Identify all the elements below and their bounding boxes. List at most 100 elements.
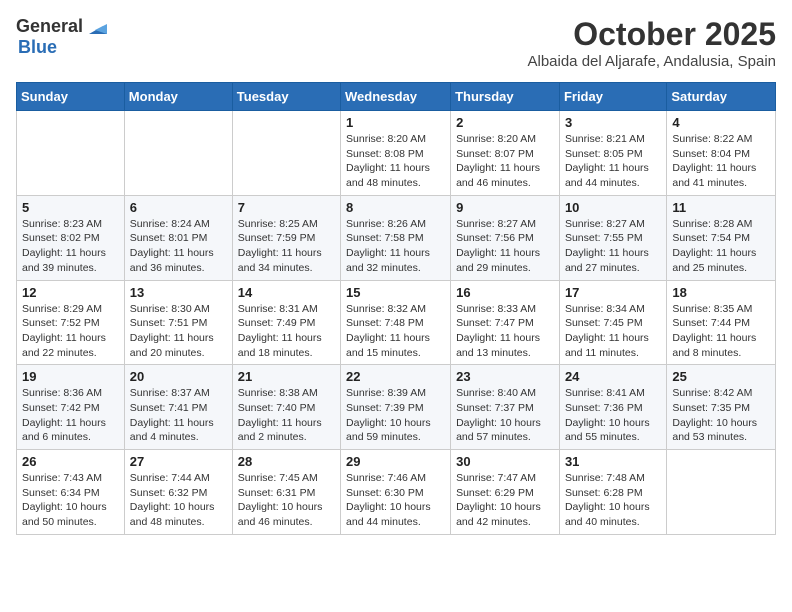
day-info: Sunrise: 8:21 AM Sunset: 8:05 PM Dayligh… (565, 132, 661, 191)
day-info: Sunrise: 8:20 AM Sunset: 8:08 PM Dayligh… (346, 132, 445, 191)
day-info: Sunrise: 8:38 AM Sunset: 7:40 PM Dayligh… (238, 386, 335, 445)
table-row: 7Sunrise: 8:25 AM Sunset: 7:59 PM Daylig… (232, 195, 340, 280)
table-row (232, 111, 340, 196)
table-row: 19 Sunrise: 8:36 AM Sunset: 7:42 PM Dayli… (17, 365, 125, 450)
table-row: 22 Sunrise: 8:39 AM Sunset: 7:39 PM Dayli… (341, 365, 451, 450)
page-header: General Blue October 2025 Albaida del Al… (16, 16, 776, 70)
day-number: 28 (238, 454, 335, 469)
table-row: 1Sunrise: 8:20 AM Sunset: 8:08 PM Daylig… (341, 111, 451, 196)
header-friday: Friday (559, 83, 666, 111)
day-number: 18 (672, 285, 770, 300)
day-number: 30 (456, 454, 554, 469)
table-row: 9 Sunrise: 8:27 AM Sunset: 7:56 PM Daylig… (451, 195, 560, 280)
day-number: 2 (456, 115, 554, 130)
day-number: 12 (22, 285, 119, 300)
header-tuesday: Tuesday (232, 83, 340, 111)
day-number: 8 (346, 200, 445, 215)
day-info: Sunrise: 8:26 AM Sunset: 7:58 PM Dayligh… (346, 217, 445, 276)
day-info: Sunrise: 8:23 AM Sunset: 8:02 PM Dayligh… (22, 217, 119, 276)
table-row: 27 Sunrise: 7:44 AM Sunset: 6:32 PM Dayli… (124, 450, 232, 535)
day-number: 16 (456, 285, 554, 300)
day-info: Sunrise: 7:47 AM Sunset: 6:29 PM Dayligh… (456, 471, 554, 530)
day-info: Sunrise: 8:42 AM Sunset: 7:35 PM Dayligh… (672, 386, 770, 445)
header-thursday: Thursday (451, 83, 560, 111)
day-number: 24 (565, 369, 661, 384)
day-number: 7 (238, 200, 335, 215)
day-number: 22 (346, 369, 445, 384)
table-row: 8 Sunrise: 8:26 AM Sunset: 7:58 PM Daylig… (341, 195, 451, 280)
day-info: Sunrise: 8:39 AM Sunset: 7:39 PM Dayligh… (346, 386, 445, 445)
table-row: 20 Sunrise: 8:37 AM Sunset: 7:41 PM Dayli… (124, 365, 232, 450)
header-sunday: Sunday (17, 83, 125, 111)
calendar-week-row: 19 Sunrise: 8:36 AM Sunset: 7:42 PM Dayli… (17, 365, 776, 450)
table-row: 10 Sunrise: 8:27 AM Sunset: 7:55 PM Dayli… (559, 195, 666, 280)
day-number: 5 (22, 200, 119, 215)
table-row (124, 111, 232, 196)
table-row: 24Sunrise: 8:41 AM Sunset: 7:36 PM Dayli… (559, 365, 666, 450)
calendar-week-row: 1Sunrise: 8:20 AM Sunset: 8:08 PM Daylig… (17, 111, 776, 196)
table-row: 23 Sunrise: 8:40 AM Sunset: 7:37 PM Dayli… (451, 365, 560, 450)
day-number: 14 (238, 285, 335, 300)
day-info: Sunrise: 8:31 AM Sunset: 7:49 PM Dayligh… (238, 302, 335, 361)
table-row: 3 Sunrise: 8:21 AM Sunset: 8:05 PM Daylig… (559, 111, 666, 196)
day-number: 23 (456, 369, 554, 384)
day-info: Sunrise: 8:27 AM Sunset: 7:56 PM Dayligh… (456, 217, 554, 276)
logo-blue-text: Blue (18, 38, 107, 58)
day-info: Sunrise: 7:45 AM Sunset: 6:31 PM Dayligh… (238, 471, 335, 530)
table-row: 30 Sunrise: 7:47 AM Sunset: 6:29 PM Dayli… (451, 450, 560, 535)
month-title: October 2025 (527, 16, 776, 53)
title-area: October 2025 Albaida del Aljarafe, Andal… (527, 16, 776, 70)
table-row: 11 Sunrise: 8:28 AM Sunset: 7:54 PM Dayli… (667, 195, 776, 280)
day-number: 29 (346, 454, 445, 469)
day-number: 27 (130, 454, 227, 469)
day-info: Sunrise: 8:34 AM Sunset: 7:45 PM Dayligh… (565, 302, 661, 361)
table-row: 21 Sunrise: 8:38 AM Sunset: 7:40 PM Dayli… (232, 365, 340, 450)
day-number: 10 (565, 200, 661, 215)
day-info: Sunrise: 8:40 AM Sunset: 7:37 PM Dayligh… (456, 386, 554, 445)
day-number: 17 (565, 285, 661, 300)
day-number: 21 (238, 369, 335, 384)
day-info: Sunrise: 8:36 AM Sunset: 7:42 PM Dayligh… (22, 386, 119, 445)
calendar-week-row: 26 Sunrise: 7:43 AM Sunset: 6:34 PM Dayli… (17, 450, 776, 535)
day-info: Sunrise: 8:35 AM Sunset: 7:44 PM Dayligh… (672, 302, 770, 361)
table-row: 28 Sunrise: 7:45 AM Sunset: 6:31 PM Dayli… (232, 450, 340, 535)
table-row: 16 Sunrise: 8:33 AM Sunset: 7:47 PM Dayli… (451, 280, 560, 365)
day-info: Sunrise: 7:44 AM Sunset: 6:32 PM Dayligh… (130, 471, 227, 530)
table-row: 31 Sunrise: 7:48 AM Sunset: 6:28 PM Dayli… (559, 450, 666, 535)
day-info: Sunrise: 8:29 AM Sunset: 7:52 PM Dayligh… (22, 302, 119, 361)
day-number: 3 (565, 115, 661, 130)
day-info: Sunrise: 8:32 AM Sunset: 7:48 PM Dayligh… (346, 302, 445, 361)
day-info: Sunrise: 8:22 AM Sunset: 8:04 PM Dayligh… (672, 132, 770, 191)
day-number: 15 (346, 285, 445, 300)
table-row: 6Sunrise: 8:24 AM Sunset: 8:01 PM Daylig… (124, 195, 232, 280)
header-wednesday: Wednesday (341, 83, 451, 111)
day-info: Sunrise: 8:28 AM Sunset: 7:54 PM Dayligh… (672, 217, 770, 276)
table-row: 2 Sunrise: 8:20 AM Sunset: 8:07 PM Daylig… (451, 111, 560, 196)
day-number: 9 (456, 200, 554, 215)
day-info: Sunrise: 7:43 AM Sunset: 6:34 PM Dayligh… (22, 471, 119, 530)
table-row: 29 Sunrise: 7:46 AM Sunset: 6:30 PM Dayli… (341, 450, 451, 535)
calendar-week-row: 12 Sunrise: 8:29 AM Sunset: 7:52 PM Dayli… (17, 280, 776, 365)
day-number: 11 (672, 200, 770, 215)
day-info: Sunrise: 8:24 AM Sunset: 8:01 PM Dayligh… (130, 217, 227, 276)
day-number: 19 (22, 369, 119, 384)
table-row (17, 111, 125, 196)
day-number: 26 (22, 454, 119, 469)
day-info: Sunrise: 7:48 AM Sunset: 6:28 PM Dayligh… (565, 471, 661, 530)
day-number: 13 (130, 285, 227, 300)
header-saturday: Saturday (667, 83, 776, 111)
table-row: 5 Sunrise: 8:23 AM Sunset: 8:02 PM Daylig… (17, 195, 125, 280)
table-row (667, 450, 776, 535)
logo-general-text: General (16, 17, 83, 37)
day-info: Sunrise: 8:33 AM Sunset: 7:47 PM Dayligh… (456, 302, 554, 361)
day-info: Sunrise: 7:46 AM Sunset: 6:30 PM Dayligh… (346, 471, 445, 530)
day-number: 20 (130, 369, 227, 384)
day-info: Sunrise: 8:37 AM Sunset: 7:41 PM Dayligh… (130, 386, 227, 445)
day-info: Sunrise: 8:27 AM Sunset: 7:55 PM Dayligh… (565, 217, 661, 276)
day-number: 31 (565, 454, 661, 469)
day-info: Sunrise: 8:20 AM Sunset: 8:07 PM Dayligh… (456, 132, 554, 191)
day-number: 25 (672, 369, 770, 384)
table-row: 25 Sunrise: 8:42 AM Sunset: 7:35 PM Dayli… (667, 365, 776, 450)
day-info: Sunrise: 8:30 AM Sunset: 7:51 PM Dayligh… (130, 302, 227, 361)
table-row: 18 Sunrise: 8:35 AM Sunset: 7:44 PM Dayli… (667, 280, 776, 365)
